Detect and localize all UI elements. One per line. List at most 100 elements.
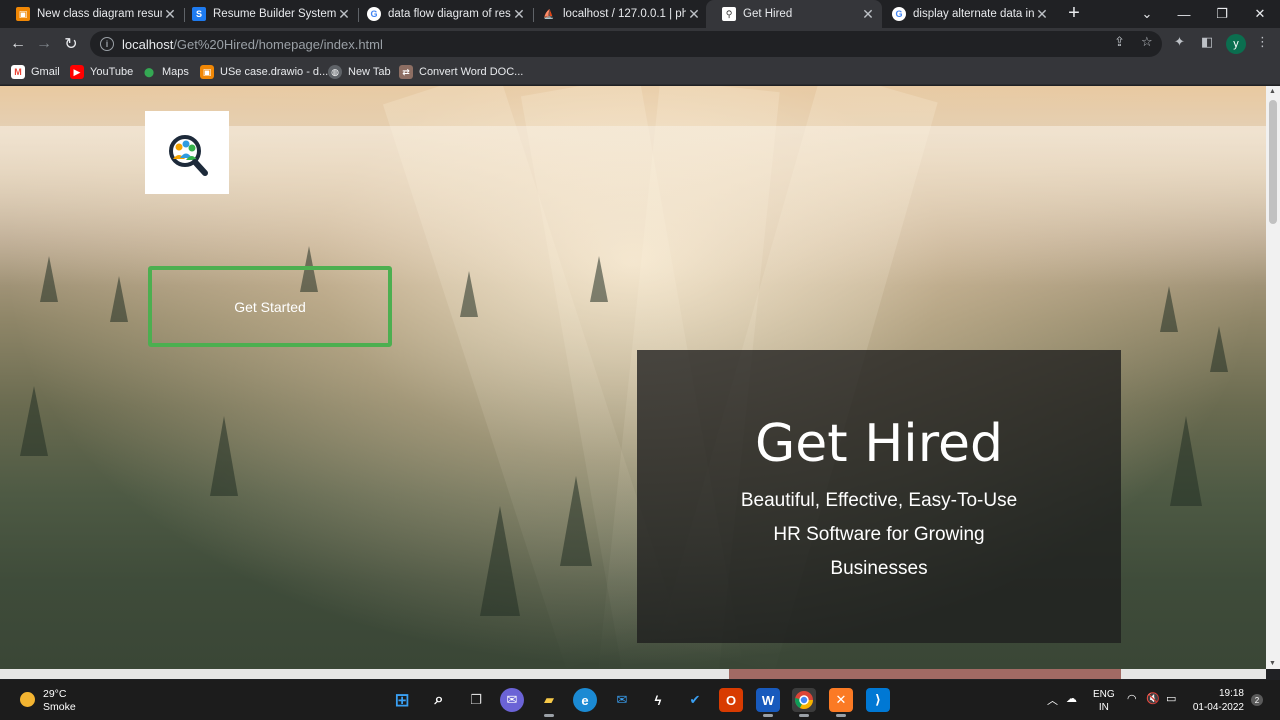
tab-5-active[interactable]: ⚲ Get Hired ✕ bbox=[706, 0, 882, 28]
new-tab-button[interactable]: + bbox=[1064, 3, 1084, 24]
back-arrow-icon[interactable]: ← bbox=[6, 32, 30, 56]
maximize-button[interactable]: ❐ bbox=[1203, 0, 1241, 28]
hero-subtitle: Beautiful, Effective, Easy-To-Use HR Sof… bbox=[740, 490, 1018, 579]
office-icon[interactable]: O bbox=[719, 688, 743, 712]
bookmark-label: Gmail bbox=[31, 66, 60, 78]
background-tree bbox=[480, 506, 520, 616]
menu-kebab-icon[interactable]: ⋮ bbox=[1256, 34, 1269, 50]
clock-date: 01-04-2022 bbox=[1192, 702, 1244, 713]
window-close-button[interactable]: ✕ bbox=[1241, 0, 1279, 28]
bookmark-star-icon[interactable]: ☆ bbox=[1141, 34, 1153, 50]
close-icon[interactable]: ✕ bbox=[511, 6, 527, 23]
background-tree bbox=[1170, 416, 1202, 506]
bookmark-label: New Tab bbox=[348, 66, 391, 78]
scroll-up-arrow-icon[interactable]: ▲ bbox=[1269, 88, 1276, 95]
bookmark-newtab[interactable]: ◍ New Tab bbox=[328, 64, 391, 80]
language-indicator[interactable]: ENG IN bbox=[1093, 688, 1115, 714]
gmail-icon: M bbox=[11, 65, 25, 79]
google-icon: G bbox=[892, 7, 906, 21]
teams-chat-icon[interactable]: ✉ bbox=[500, 688, 524, 712]
background-tree bbox=[460, 271, 478, 317]
vscode-icon[interactable]: ⟩ bbox=[866, 688, 890, 712]
bookmark-maps[interactable]: ⬤ Maps bbox=[142, 64, 189, 80]
bookmark-label: USe case.drawio - d... bbox=[220, 66, 329, 78]
close-icon[interactable]: ✕ bbox=[686, 6, 702, 23]
tab-2[interactable]: S Resume Builder System Act ✕ bbox=[176, 0, 358, 28]
site-logo[interactable] bbox=[145, 111, 229, 194]
page-viewport: Get Started Get Hired Beautiful, Effecti… bbox=[0, 86, 1266, 669]
weather-desc: Smoke bbox=[43, 701, 76, 713]
xampp-icon[interactable]: ✕ bbox=[829, 688, 853, 717]
task-view-icon[interactable]: ❐ bbox=[464, 688, 488, 712]
bookmark-usecase[interactable]: ▣ USe case.drawio - d... bbox=[200, 64, 328, 80]
phpmyadmin-icon: ⛵ bbox=[543, 8, 555, 19]
get-started-button[interactable]: Get Started bbox=[148, 266, 392, 347]
background-tree bbox=[110, 276, 128, 322]
convert-icon: ⇄ bbox=[399, 65, 413, 79]
bookmarks-bar: M Gmail ▶ YouTube ⬤ Maps ▣ USe case.draw… bbox=[0, 60, 1280, 85]
show-hidden-icons-chevron-icon[interactable]: ︿ bbox=[1047, 692, 1058, 708]
forward-arrow-icon[interactable]: → bbox=[32, 32, 56, 56]
bookmark-label: YouTube bbox=[90, 66, 134, 78]
background-tree bbox=[210, 416, 238, 496]
file-explorer-icon[interactable]: ▰ bbox=[537, 688, 561, 717]
vertical-scroll-thumb[interactable] bbox=[1269, 100, 1277, 224]
extensions-icon[interactable]: ✦ bbox=[1174, 34, 1185, 50]
wifi-icon[interactable]: ◠ bbox=[1127, 692, 1137, 705]
background-tree bbox=[20, 386, 48, 456]
windows-taskbar bbox=[0, 680, 1280, 720]
word-icon[interactable]: W bbox=[756, 688, 780, 717]
tab-title: localhost / 127.0.0.1 | phpM bbox=[563, 8, 686, 20]
battery-icon[interactable]: ▭ bbox=[1166, 692, 1176, 705]
globe-icon: ◍ bbox=[328, 65, 342, 79]
edge-icon[interactable]: e bbox=[573, 688, 597, 712]
site-info-icon[interactable]: i bbox=[100, 37, 114, 51]
background-tree bbox=[590, 256, 608, 302]
mail-icon[interactable]: ✉ bbox=[610, 688, 634, 712]
region-code: IN bbox=[1098, 702, 1109, 713]
background-tree bbox=[1160, 286, 1178, 332]
drawio-icon: ▣ bbox=[16, 7, 30, 21]
share-icon[interactable]: ⇪ bbox=[1114, 34, 1125, 50]
minimize-button[interactable]: — bbox=[1165, 0, 1203, 28]
bookmark-label: Convert Word DOC... bbox=[419, 66, 524, 78]
notification-badge[interactable]: 2 bbox=[1251, 694, 1263, 706]
speaker-muted-icon[interactable]: 🔇 bbox=[1146, 692, 1160, 705]
profile-avatar[interactable]: y bbox=[1226, 34, 1246, 54]
tab-1[interactable]: ▣ New class diagram resume ✕ bbox=[0, 0, 184, 28]
reload-icon[interactable]: ↻ bbox=[59, 32, 83, 56]
google-icon: G bbox=[367, 7, 381, 21]
browser-toolbar: ← → ↻ i localhost/Get%20Hired/homepage/i… bbox=[0, 28, 1280, 60]
bookmark-youtube[interactable]: ▶ YouTube bbox=[70, 64, 133, 80]
clock-time: 19:18 bbox=[1218, 688, 1244, 699]
chrome-icon[interactable] bbox=[792, 688, 816, 717]
tab-title: New class diagram resume bbox=[37, 8, 162, 20]
tab-6[interactable]: G display alternate data in he ✕ bbox=[876, 0, 1056, 28]
close-icon[interactable]: ✕ bbox=[336, 6, 352, 23]
scroll-down-arrow-icon[interactable]: ▼ bbox=[1269, 660, 1276, 667]
weather-temp: 29°C bbox=[43, 688, 67, 700]
address-bar[interactable]: i localhost/Get%20Hired/homepage/index.h… bbox=[90, 31, 1162, 57]
background-tree bbox=[40, 256, 58, 302]
tab-3[interactable]: G data flow diagram of resum ✕ bbox=[351, 0, 533, 28]
weather-sun-icon[interactable] bbox=[20, 692, 35, 707]
bookmark-convert[interactable]: ⇄ Convert Word DOC... bbox=[399, 64, 523, 80]
onedrive-cloud-icon[interactable]: ☁ bbox=[1066, 692, 1077, 705]
tab-4[interactable]: ⛵ localhost / 127.0.0.1 | phpM ✕ bbox=[526, 0, 708, 28]
hero-title: Get Hired bbox=[755, 414, 1003, 474]
language-code: ENG bbox=[1093, 689, 1115, 700]
background-tree bbox=[1210, 326, 1228, 372]
close-icon[interactable]: ✕ bbox=[860, 6, 876, 23]
lightning-app-icon[interactable]: ϟ bbox=[646, 688, 670, 712]
url-text[interactable]: localhost/Get%20Hired/homepage/index.htm… bbox=[122, 37, 383, 52]
side-panel-icon[interactable]: ◧ bbox=[1201, 34, 1213, 50]
windows-start-icon[interactable]: ⊞ bbox=[390, 688, 414, 712]
chrome-logo bbox=[794, 691, 813, 709]
todo-check-icon[interactable]: ✔ bbox=[683, 688, 707, 712]
weather-widget[interactable]: 29°C Smoke bbox=[43, 688, 76, 714]
tab-search-icon[interactable]: ⌄ bbox=[1128, 0, 1166, 28]
close-icon[interactable]: ✕ bbox=[1034, 6, 1050, 23]
search-icon[interactable]: ⌕ bbox=[427, 688, 451, 712]
bookmark-gmail[interactable]: M Gmail bbox=[11, 64, 60, 80]
taskbar-clock[interactable]: 19:18 01-04-2022 bbox=[1192, 687, 1244, 715]
